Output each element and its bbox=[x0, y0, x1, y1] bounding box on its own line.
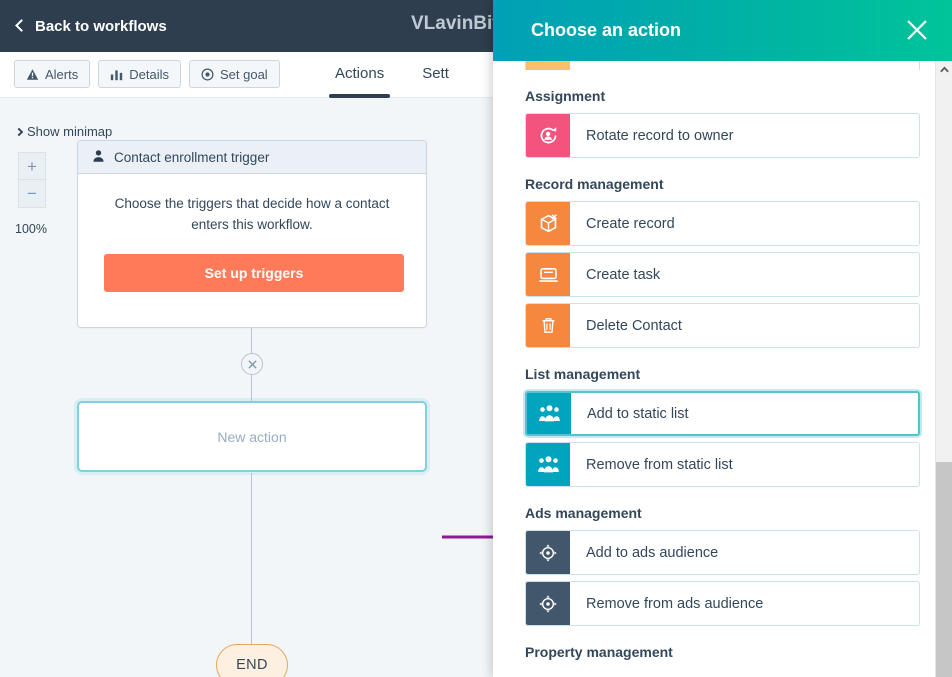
zoom-in-label: + bbox=[27, 156, 37, 176]
group-title-list-management: List management bbox=[525, 366, 641, 382]
chevron-up-icon bbox=[940, 66, 949, 73]
group-title-assignment: Assignment bbox=[525, 88, 606, 104]
tab-actions[interactable]: Actions bbox=[328, 52, 391, 98]
action-label: Remove from ads audience bbox=[586, 595, 764, 612]
panel-title: Choose an action bbox=[531, 20, 682, 40]
new-action-placeholder[interactable]: New action bbox=[77, 401, 427, 472]
action-row-delete-contact[interactable]: Delete Contact bbox=[525, 303, 920, 348]
action-label: Remove from static list bbox=[586, 456, 733, 473]
group-title-property-management: Property management bbox=[525, 644, 673, 660]
set-up-triggers-button[interactable]: Set up triggers bbox=[104, 253, 404, 292]
toolbar-button-group: Alerts Details Set goal bbox=[14, 60, 280, 88]
action-label: Rotate record to owner bbox=[586, 127, 734, 144]
task-icon bbox=[526, 253, 570, 296]
zoom-level-label: 100% bbox=[15, 222, 47, 236]
end-node-label: END bbox=[236, 657, 268, 673]
back-to-workflows-label: Back to workflows bbox=[35, 17, 167, 35]
scrollbar-up-button[interactable] bbox=[936, 61, 952, 78]
action-label: Add to static list bbox=[587, 405, 689, 422]
chevron-left-icon bbox=[15, 19, 28, 32]
workflow-tabs: Actions Sett bbox=[328, 52, 449, 98]
action-row-create-record[interactable]: Create record bbox=[525, 201, 920, 246]
trigger-card-body: Choose the triggers that decide how a co… bbox=[78, 174, 426, 292]
group-title-ads-management: Ads management bbox=[525, 505, 642, 521]
end-node: END bbox=[216, 644, 288, 677]
warning-triangle-icon bbox=[26, 68, 39, 81]
partial-action-row[interactable] bbox=[525, 61, 920, 70]
alerts-button[interactable]: Alerts bbox=[14, 60, 91, 88]
close-x-icon bbox=[247, 359, 257, 369]
people-list-icon bbox=[527, 393, 571, 434]
action-label: Add to ads audience bbox=[586, 544, 719, 561]
connector-line-bottom bbox=[251, 473, 252, 645]
set-goal-button[interactable]: Set goal bbox=[188, 60, 280, 88]
connector-line-top bbox=[251, 328, 252, 354]
action-row-create-task[interactable]: Create task bbox=[525, 252, 920, 297]
new-action-label: New action bbox=[217, 428, 287, 445]
alerts-label: Alerts bbox=[45, 66, 79, 82]
target-icon bbox=[201, 68, 214, 81]
remove-branch-button[interactable] bbox=[241, 353, 263, 375]
trash-icon bbox=[526, 304, 570, 347]
set-goal-label: Set goal bbox=[219, 66, 268, 82]
zoom-out-button[interactable]: − bbox=[18, 180, 46, 208]
action-label: Create task bbox=[586, 266, 661, 283]
action-row-add-to-static-list[interactable]: Add to static list bbox=[525, 391, 920, 436]
bar-chart-icon bbox=[110, 68, 123, 81]
action-row-remove-from-ads-audience[interactable]: Remove from ads audience bbox=[525, 581, 920, 626]
action-list: Assignment Rotate record to owner Record… bbox=[493, 61, 952, 677]
details-button[interactable]: Details bbox=[98, 60, 181, 88]
trigger-card-title: Contact enrollment trigger bbox=[114, 149, 270, 165]
action-row-add-to-ads-audience[interactable]: Add to ads audience bbox=[525, 530, 920, 575]
people-list-icon bbox=[526, 443, 570, 486]
action-label: Delete Contact bbox=[586, 317, 682, 334]
zoom-controls: + − bbox=[18, 152, 46, 208]
contact-enrollment-trigger-card[interactable]: Contact enrollment trigger Choose the tr… bbox=[77, 140, 427, 328]
tab-settings[interactable]: Sett bbox=[422, 52, 449, 98]
app-root: Back to workflows VLavinBite Alerts Deta… bbox=[0, 0, 952, 677]
panel-scrollbar[interactable] bbox=[935, 61, 952, 677]
panel-close-button[interactable] bbox=[904, 17, 930, 43]
group-title-record-management: Record management bbox=[525, 176, 664, 192]
tab-actions-label: Actions bbox=[335, 65, 385, 82]
chevron-right-icon bbox=[14, 127, 24, 136]
partial-row-icon bbox=[526, 61, 570, 70]
back-to-workflows-link[interactable]: Back to workflows bbox=[15, 17, 167, 35]
tab-settings-label: Sett bbox=[422, 65, 449, 82]
panel-header: Choose an action bbox=[493, 0, 952, 61]
show-minimap-toggle[interactable]: Show minimap bbox=[14, 124, 113, 139]
action-label: Create record bbox=[586, 215, 675, 232]
person-icon bbox=[92, 149, 105, 166]
rotate-owner-icon bbox=[526, 114, 570, 157]
trigger-card-header: Contact enrollment trigger bbox=[78, 141, 426, 174]
zoom-out-label: − bbox=[27, 184, 37, 203]
zoom-in-button[interactable]: + bbox=[18, 152, 46, 180]
choose-an-action-panel: Choose an action Assignment Rotate recor… bbox=[493, 0, 952, 677]
connector-line-mid bbox=[251, 375, 252, 402]
scrollbar-thumb[interactable] bbox=[936, 462, 952, 677]
create-record-icon bbox=[526, 202, 570, 245]
action-row-remove-from-static-list[interactable]: Remove from static list bbox=[525, 442, 920, 487]
close-x-icon bbox=[907, 20, 927, 40]
show-minimap-label: Show minimap bbox=[27, 124, 113, 139]
ads-target-icon bbox=[526, 582, 570, 625]
action-row-rotate-record-to-owner[interactable]: Rotate record to owner bbox=[525, 113, 920, 158]
ads-target-icon bbox=[526, 531, 570, 574]
trigger-card-description: Choose the triggers that decide how a co… bbox=[114, 196, 390, 232]
details-label: Details bbox=[129, 66, 169, 82]
